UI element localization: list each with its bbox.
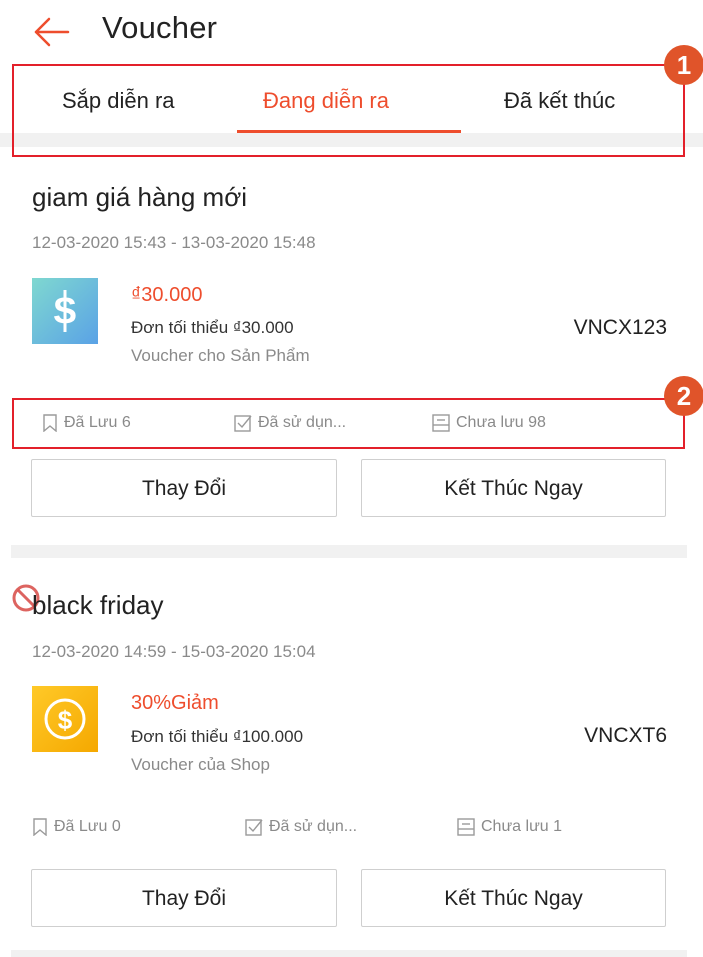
card-separator [11,545,687,558]
voucher-type: Voucher của Shop [131,755,270,774]
edit-voucher-button[interactable]: Thay Đổi [31,459,337,517]
svg-text:$: $ [58,705,73,735]
voucher-code: VNCXT6 [584,724,667,747]
annotation-box-tabs [12,64,685,157]
stat-unsaved-label: Chưa lưu 1 [481,818,563,835]
checkbox-icon [245,819,263,836]
end-now-button[interactable]: Kết Thúc Ngay [361,869,666,927]
voucher-date-range: 12-03-2020 14:59 - 15-03-2020 15:04 [32,642,316,661]
annotation-box-stats [12,398,685,449]
voucher-min-order: Đơn tối thiểu ₫30.000 [131,318,294,337]
stat-used: Đã sử dụn... [245,818,357,836]
voucher-date-range: 12-03-2020 15:43 - 13-03-2020 15:48 [32,233,316,252]
stat-used-label: Đã sử dụn... [269,818,358,835]
end-now-button[interactable]: Kết Thúc Ngay [361,459,666,517]
voucher-min-order: Đơn tối thiểu ₫100.000 [131,727,304,746]
voucher-value: ₫30.000 [131,284,203,306]
voucher-type: Voucher cho Sản Phẩm [131,346,310,365]
stat-saved: Đã Lưu 0 [32,818,121,836]
coin-dollar-icon: $ [32,686,98,752]
voucher-name: giam giá hàng mới [32,182,248,212]
stat-saved-label: Đã Lưu 0 [54,818,121,835]
card-separator [11,950,687,957]
voucher-value: 30%Giảm [131,692,219,714]
annotation-badge-1: 1 [664,45,703,85]
stat-unsaved: Chưa lưu 1 [457,818,562,836]
voucher-code: VNCX123 [573,316,667,339]
page-title: Voucher [102,10,218,45]
app-header: Voucher [0,0,703,62]
edit-voucher-button[interactable]: Thay Đổi [31,869,337,927]
ticket-icon [457,818,475,836]
annotation-badge-2: 2 [664,376,703,416]
bookmark-icon [33,818,47,836]
dollar-icon: S [32,278,98,344]
voucher-name: black friday [32,590,164,620]
back-arrow-icon[interactable] [32,12,72,52]
